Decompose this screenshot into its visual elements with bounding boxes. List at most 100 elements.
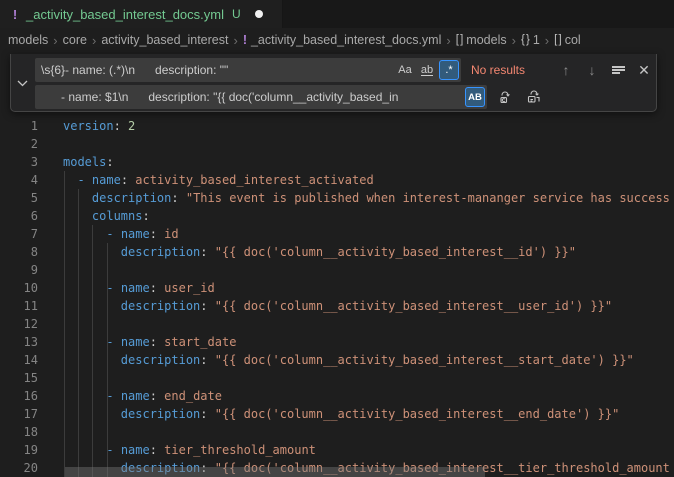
indent: [63, 335, 106, 349]
chevron-right-icon: ›: [512, 33, 516, 48]
yaml-key: description: [121, 407, 200, 421]
punctuation: :: [121, 173, 135, 187]
yaml-key: version: [63, 119, 114, 133]
punctuation: :: [150, 335, 164, 349]
replace-all-button[interactable]: [523, 86, 545, 108]
code-content: version: 2 models: - name: activity_based…: [0, 117, 674, 477]
punctuation: :: [150, 227, 164, 241]
chevron-right-icon: ›: [233, 33, 237, 48]
code-line: description: "This event is published wh…: [0, 189, 674, 207]
code-line: description: "{{ doc('column__activity_b…: [0, 405, 674, 423]
breadcrumb-label: core: [63, 33, 87, 47]
indent: [63, 389, 106, 403]
code-line: description: "{{ doc('column__activity_b…: [0, 243, 674, 261]
git-status-badge: U: [232, 7, 241, 21]
breadcrumb-label: models: [8, 33, 48, 47]
list-dash: -: [106, 443, 120, 457]
yaml-key: name: [92, 173, 121, 187]
whole-word-toggle[interactable]: ab: [417, 60, 437, 80]
regex-toggle[interactable]: .*: [439, 60, 459, 80]
punctuation: :: [150, 389, 164, 403]
string-value: "{{ doc('column__activity_based_interest…: [215, 407, 620, 421]
code-line: [0, 315, 674, 333]
code-line: [0, 135, 674, 153]
breadcrumb: models › core › activity_based_interest ›! _ac…: [0, 28, 674, 52]
warning-icon: !: [243, 33, 247, 47]
breadcrumb-label: _activity_based_interest_docs.yml: [251, 33, 441, 47]
yaml-key: name: [121, 443, 150, 457]
horizontal-scrollbar[interactable]: [65, 467, 485, 477]
yaml-key: models: [63, 155, 106, 169]
preserve-case-toggle[interactable]: AB: [465, 87, 485, 107]
whole-word-label: ab: [421, 65, 433, 76]
indent: [63, 407, 121, 421]
breadcrumb-item-core[interactable]: core: [63, 33, 87, 47]
tab-bar: ! _activity_based_interest_docs.yml U: [0, 0, 674, 28]
list-dash: -: [77, 173, 91, 187]
find-in-selection-button[interactable]: [607, 59, 629, 81]
find-results-status: No results: [471, 63, 555, 77]
string-value: activity_based_interest_activated: [135, 173, 373, 187]
yaml-key: name: [121, 335, 150, 349]
next-match-button[interactable]: ↓: [581, 59, 603, 81]
indent: [63, 245, 121, 259]
replace-icon: [498, 89, 514, 105]
yaml-key: description: [121, 299, 200, 313]
replace-input[interactable]: - name: $1\n description: "{{ doc('colum…: [35, 85, 487, 109]
editor-tab[interactable]: ! _activity_based_interest_docs.yml U: [0, 0, 283, 28]
string-value: "This event is published when interest-m…: [186, 191, 670, 205]
indent: [63, 281, 106, 295]
breadcrumb-item-models[interactable]: models: [8, 33, 48, 47]
code-line: [0, 261, 674, 279]
list-dash: -: [106, 227, 120, 241]
string-value: "{{ doc('column__activity_based_interest…: [215, 245, 576, 259]
string-value: end_date: [164, 389, 222, 403]
string-value: user_id: [164, 281, 215, 295]
previous-match-button[interactable]: ↑: [555, 59, 577, 81]
find-input[interactable]: \s{6}- name: (.*)\n description: "" Aaab…: [35, 58, 461, 82]
toggle-replace-button[interactable]: [11, 54, 33, 112]
modified-dot-icon[interactable]: [255, 10, 263, 18]
breadcrumb-label: col: [565, 33, 581, 47]
replace-button[interactable]: [495, 86, 517, 108]
code-line: version: 2: [0, 117, 674, 135]
code-line: columns:: [0, 207, 674, 225]
replace-all-icon: [526, 89, 542, 105]
punctuation: :: [114, 119, 128, 133]
code-line: [0, 369, 674, 387]
string-value: "{{ doc('column__activity_based_interest…: [215, 299, 612, 313]
punctuation: :: [200, 407, 214, 421]
indent: [63, 299, 121, 313]
punctuation: :: [142, 209, 149, 223]
yaml-key: name: [121, 389, 150, 403]
yaml-key: columns: [92, 209, 143, 223]
punctuation: :: [200, 299, 214, 313]
code-line: - name: id: [0, 225, 674, 243]
code-line: - name: end_date: [0, 387, 674, 405]
punctuation: :: [171, 191, 185, 205]
breadcrumb-item-models[interactable]: [ ]models: [456, 33, 507, 47]
code-line: description: "{{ doc('column__activity_b…: [0, 351, 674, 369]
string-value: start_date: [164, 335, 236, 349]
chevron-right-icon: ›: [92, 33, 96, 48]
breadcrumb-item-col[interactable]: [ ]col: [554, 33, 581, 47]
match-case-toggle[interactable]: Aa: [395, 60, 415, 80]
chevron-right-icon: ›: [545, 33, 549, 48]
code-line: - name: user_id: [0, 279, 674, 297]
string-value: "{{ doc('column__activity_based_interest…: [215, 353, 634, 367]
code-line: - name: tier_threshold_amount: [0, 441, 674, 459]
indent: [63, 227, 106, 241]
list-dash: -: [106, 389, 120, 403]
breadcrumb-item-activity_based_interest[interactable]: activity_based_interest: [101, 33, 228, 47]
breadcrumb-label: activity_based_interest: [101, 33, 228, 47]
string-value: id: [164, 227, 178, 241]
yaml-key: description: [121, 353, 200, 367]
yaml-key: description: [92, 191, 171, 205]
indent: [63, 353, 121, 367]
close-find-widget-button[interactable]: ✕: [633, 59, 655, 81]
code-line: [0, 423, 674, 441]
breadcrumb-item-1[interactable]: { }1: [521, 33, 540, 47]
breadcrumb-item-_activity_based_interest_docs.yml[interactable]: ! _activity_based_interest_docs.yml: [243, 33, 442, 47]
breadcrumb-label: 1: [533, 33, 540, 47]
editor-pane[interactable]: 1234567891011121314151617181920 version:…: [0, 52, 674, 477]
